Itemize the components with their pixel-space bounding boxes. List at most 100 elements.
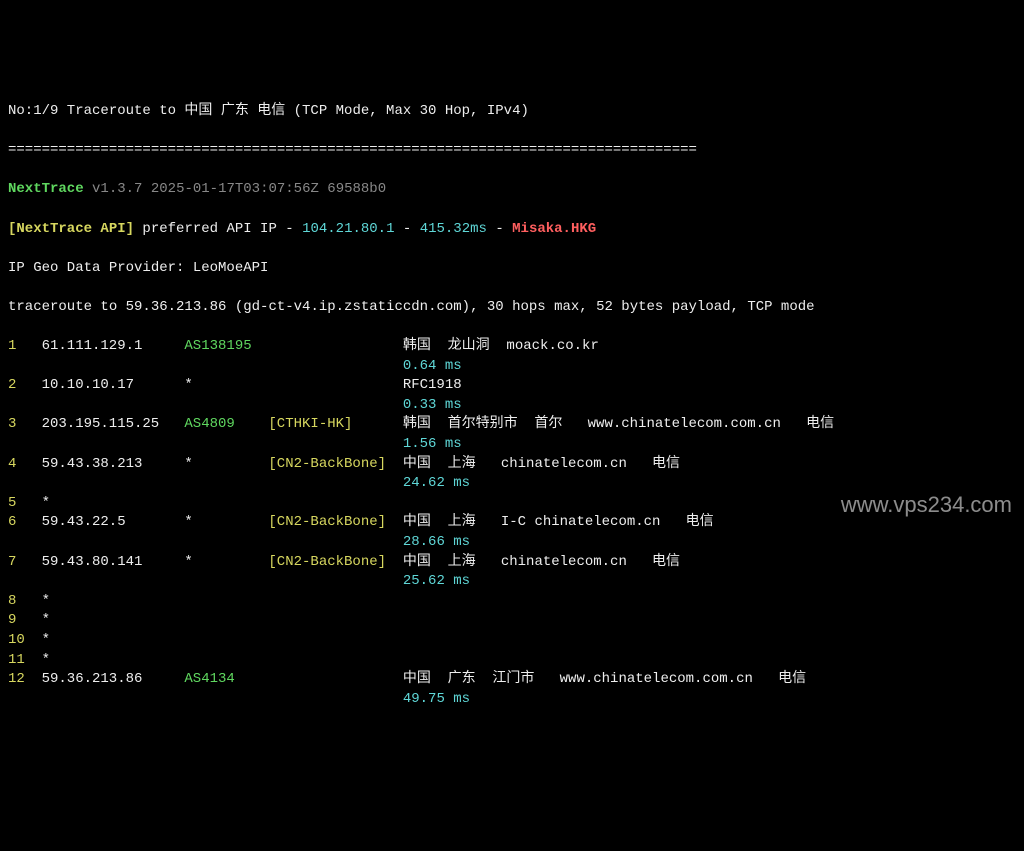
table-row: 459.43.38.213*[CN2-BackBone]中国 上海 chinat…: [8, 455, 1016, 475]
hop-info: 中国 上海 chinatelecom.cn 电信: [403, 455, 1016, 475]
table-row: 0.64 ms: [8, 357, 1016, 377]
hop-latency: 28.66 ms: [403, 533, 470, 553]
hop-info: 韩国 首尔特别市 首尔 www.chinatelecom.com.cn 电信: [403, 415, 1016, 435]
hop-tag: [268, 631, 402, 651]
hop-number: 6: [8, 513, 42, 533]
hop-asn: *: [184, 513, 268, 533]
hop-tag: [268, 651, 402, 671]
hop-info: 中国 广东 江门市 www.chinatelecom.com.cn 电信: [403, 670, 1016, 690]
hop-number: 12: [8, 670, 42, 690]
hop-asn: [184, 494, 268, 514]
hop-ip: *: [42, 592, 185, 612]
hop-asn: *: [184, 553, 268, 573]
hop-info: [403, 651, 1016, 671]
hop-latency: 0.64 ms: [403, 357, 462, 377]
hop-info: 中国 上海 chinatelecom.cn 电信: [403, 553, 1016, 573]
hop-asn: [184, 631, 268, 651]
hop-ip: *: [42, 611, 185, 631]
hop-info: [403, 631, 1016, 651]
table-row: 10*: [8, 631, 1016, 651]
hop-tag: [CN2-BackBone]: [268, 553, 402, 573]
table-row: 0.33 ms: [8, 396, 1016, 416]
hop-tag: [268, 494, 402, 514]
hop-number: 7: [8, 553, 42, 573]
table-row: 210.10.10.17* RFC1918: [8, 376, 1016, 396]
hop-asn: [184, 611, 268, 631]
watermark: www.vps234.com: [841, 490, 1012, 521]
hop-list: 161.111.129.1AS138195韩国 龙山洞 moack.co.kr0…: [8, 337, 1016, 709]
hop-asn: AS4809: [184, 415, 268, 435]
hop-info: RFC1918: [403, 376, 1016, 396]
hop-number: 3: [8, 415, 42, 435]
hop-ip: *: [42, 651, 185, 671]
table-row: 759.43.80.141*[CN2-BackBone]中国 上海 chinat…: [8, 553, 1016, 573]
hop-number: 10: [8, 631, 42, 651]
hop-tag: [CTHKI-HK]: [268, 415, 402, 435]
app-version: v1.3.7: [92, 181, 142, 197]
api-sep: -: [394, 221, 419, 237]
api-sep2: -: [487, 221, 512, 237]
hop-tag: [268, 670, 402, 690]
geo-line: IP Geo Data Provider: LeoMoeAPI: [8, 259, 1016, 279]
hop-number: 1: [8, 337, 42, 357]
app-ts: 2025-01-17T03:07:56Z: [151, 181, 319, 197]
hop-asn: [184, 592, 268, 612]
app-name: NextTrace: [8, 181, 84, 197]
hop-latency: 0.33 ms: [403, 396, 462, 416]
hop-ip: 59.43.38.213: [42, 455, 185, 475]
hop-tag: [CN2-BackBone]: [268, 455, 402, 475]
terminal-output: No:1/9 Traceroute to 中国 广东 电信 (TCP Mode,…: [8, 82, 1016, 729]
hop-asn: [184, 651, 268, 671]
table-row: 11*: [8, 651, 1016, 671]
hop-info: [403, 592, 1016, 612]
table-row: 8*: [8, 592, 1016, 612]
hop-number: 5: [8, 494, 42, 514]
app-build: 69588b0: [327, 181, 386, 197]
table-row: 25.62 ms: [8, 572, 1016, 592]
hop-ip: 59.43.22.5: [42, 513, 185, 533]
version-line: NextTrace v1.3.7 2025-01-17T03:07:56Z 69…: [8, 180, 1016, 200]
title-line: No:1/9 Traceroute to 中国 广东 电信 (TCP Mode,…: [8, 102, 1016, 122]
hop-asn: *: [184, 455, 268, 475]
hop-asn: *: [184, 376, 268, 396]
hop-latency: 24.62 ms: [403, 474, 470, 494]
hop-latency: 49.75 ms: [403, 690, 470, 710]
api-ms: 415.32ms: [420, 221, 487, 237]
hop-number: 8: [8, 592, 42, 612]
hop-tag: [268, 376, 402, 396]
table-row: 9*: [8, 611, 1016, 631]
hop-tag: [268, 592, 402, 612]
hop-tag: [CN2-BackBone]: [268, 513, 402, 533]
hop-ip: *: [42, 631, 185, 651]
api-line: [NextTrace API] preferred API IP - 104.2…: [8, 220, 1016, 240]
api-label: [NextTrace API]: [8, 221, 134, 237]
hop-number: 2: [8, 376, 42, 396]
hop-latency: 25.62 ms: [403, 572, 470, 592]
table-row: 161.111.129.1AS138195 韩国 龙山洞 moack.co.kr: [8, 337, 1016, 357]
hop-number: 9: [8, 611, 42, 631]
table-row: 49.75 ms: [8, 690, 1016, 710]
trace-line: traceroute to 59.36.213.86 (gd-ct-v4.ip.…: [8, 298, 1016, 318]
hop-latency: 1.56 ms: [403, 435, 462, 455]
api-loc: Misaka.HKG: [512, 221, 596, 237]
hop-asn: AS138195: [184, 337, 268, 357]
hop-info: [403, 611, 1016, 631]
hop-ip: 61.111.129.1: [42, 337, 185, 357]
table-row: 28.66 ms: [8, 533, 1016, 553]
hop-ip: 59.43.80.141: [42, 553, 185, 573]
api-ip: 104.21.80.1: [302, 221, 394, 237]
separator: ========================================…: [8, 141, 1016, 161]
table-row: 1259.36.213.86AS4134 中国 广东 江门市 www.chinat…: [8, 670, 1016, 690]
table-row: 1.56 ms: [8, 435, 1016, 455]
api-text: preferred API IP -: [134, 221, 302, 237]
hop-ip: 203.195.115.25: [42, 415, 185, 435]
hop-tag: [268, 611, 402, 631]
hop-ip: 10.10.10.17: [42, 376, 185, 396]
hop-asn: AS4134: [184, 670, 268, 690]
hop-ip: 59.36.213.86: [42, 670, 185, 690]
hop-ip: *: [42, 494, 185, 514]
hop-number: 4: [8, 455, 42, 475]
hop-number: 11: [8, 651, 42, 671]
table-row: 3203.195.115.25AS4809[CTHKI-HK]韩国 首尔特别市 …: [8, 415, 1016, 435]
hop-info: 韩国 龙山洞 moack.co.kr: [403, 337, 1016, 357]
